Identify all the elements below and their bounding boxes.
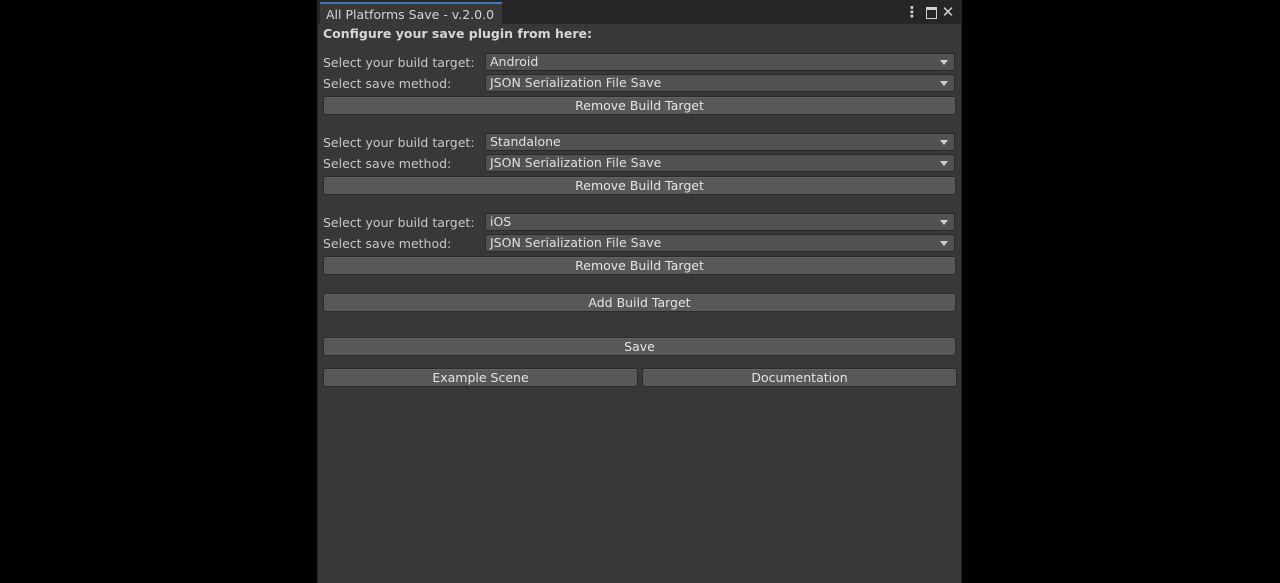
save-method-value: JSON Serialization File Save (490, 235, 662, 250)
page-heading: Configure your save plugin from here: (323, 26, 592, 41)
example-scene-button[interactable]: Example Scene (323, 368, 638, 387)
window-tab[interactable]: All Platforms Save - v.2.0.0 (320, 2, 502, 24)
build-target-dropdown[interactable]: Android (485, 53, 955, 71)
build-target-label: Select your build target: (323, 215, 475, 230)
build-target-label: Select your build target: (323, 135, 475, 150)
build-target-dropdown[interactable]: Standalone (485, 133, 955, 151)
remove-build-target-button[interactable]: Remove Build Target (323, 176, 956, 195)
documentation-button[interactable]: Documentation (642, 368, 957, 387)
save-method-dropdown[interactable]: JSON Serialization File Save (485, 74, 955, 92)
build-target-group: Select your build target: Standalone Sel… (318, 133, 961, 195)
kebab-menu-icon[interactable]: ⋮ (904, 3, 920, 21)
dropdown-arrow-icon (940, 161, 948, 166)
build-target-dropdown[interactable]: iOS (485, 213, 955, 231)
save-method-label: Select save method: (323, 76, 452, 91)
save-method-dropdown[interactable]: JSON Serialization File Save (485, 154, 955, 172)
save-method-value: JSON Serialization File Save (490, 155, 662, 170)
save-method-label: Select save method: (323, 236, 452, 251)
add-build-target-button[interactable]: Add Build Target (323, 293, 956, 312)
build-target-value: Android (490, 54, 539, 69)
dropdown-arrow-icon (940, 241, 948, 246)
save-button[interactable]: Save (323, 337, 956, 356)
build-target-value: Standalone (490, 134, 561, 149)
build-target-group: Select your build target: iOS Select sav… (318, 213, 961, 275)
title-bar: All Platforms Save - v.2.0.0 ⋮ ✕ (318, 0, 961, 24)
build-target-group: Select your build target: Android Select… (318, 53, 961, 115)
save-method-label: Select save method: (323, 156, 452, 171)
dropdown-arrow-icon (940, 81, 948, 86)
build-target-value: iOS (490, 214, 512, 229)
maximize-icon[interactable] (923, 3, 939, 21)
remove-build-target-button[interactable]: Remove Build Target (323, 96, 956, 115)
dropdown-arrow-icon (940, 220, 948, 225)
dropdown-arrow-icon (940, 60, 948, 65)
close-icon[interactable]: ✕ (940, 3, 956, 21)
save-method-dropdown[interactable]: JSON Serialization File Save (485, 234, 955, 252)
dropdown-arrow-icon (940, 140, 948, 145)
remove-build-target-button[interactable]: Remove Build Target (323, 256, 956, 275)
build-target-label: Select your build target: (323, 55, 475, 70)
editor-window: All Platforms Save - v.2.0.0 ⋮ ✕ Configu… (317, 0, 962, 583)
save-method-value: JSON Serialization File Save (490, 75, 662, 90)
